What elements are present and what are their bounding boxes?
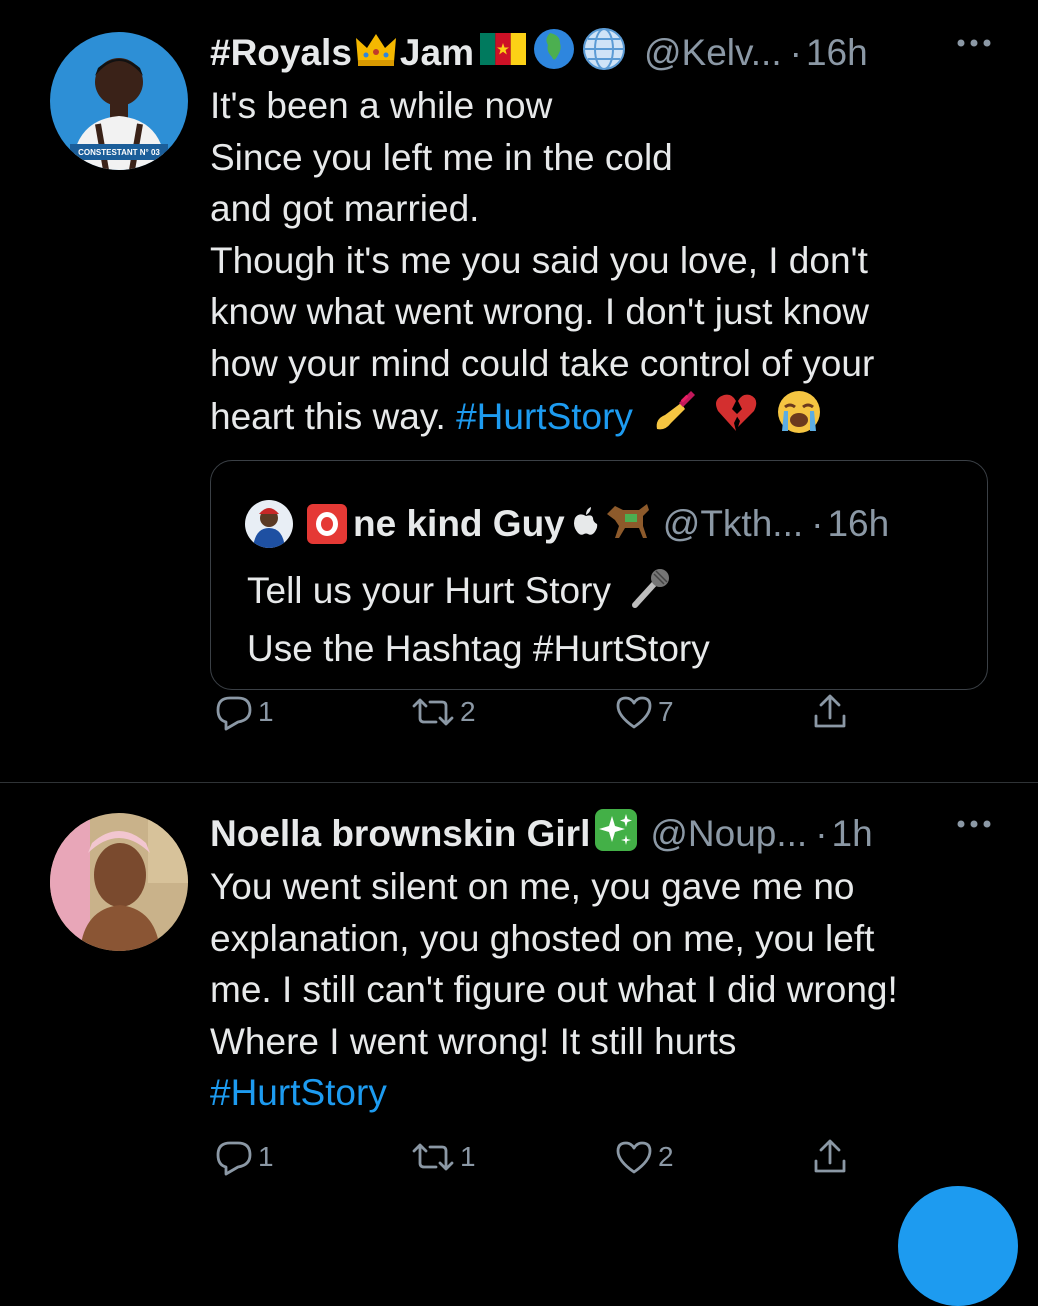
apple-icon (573, 503, 599, 545)
separator-dot: · (815, 813, 828, 854)
reply-button[interactable]: 1 (214, 1137, 274, 1177)
reply-button[interactable]: 1 (214, 692, 274, 732)
reply-icon (216, 696, 252, 731)
text-line: how your mind could take control of your (210, 342, 875, 384)
cameroon-flag-icon (479, 32, 526, 74)
tweet-actions: 1 1 2 (210, 1137, 910, 1177)
quoted-handle[interactable]: @Tkth... (663, 503, 803, 545)
display-name[interactable]: Noella brownskin Girl (210, 813, 590, 855)
text-fragment: heart this way. (210, 396, 446, 437)
text-line: You went silent on me, you gave me no (210, 866, 855, 907)
retweet-icon (412, 698, 454, 726)
text-line: know what went wrong. I don't just know (210, 291, 870, 332)
more-options-icon[interactable] (956, 819, 992, 829)
microphone-icon (629, 567, 671, 623)
sparkles-icon (594, 808, 638, 861)
handle[interactable]: @Noup... (650, 813, 807, 855)
share-button[interactable] (810, 1137, 850, 1177)
display-name[interactable]: #Royals (210, 32, 352, 74)
timestamp[interactable]: 16h (806, 32, 868, 74)
o-letter-shape (316, 512, 338, 536)
retweet-button[interactable]: 2 (410, 692, 476, 732)
horse-icon (603, 500, 651, 549)
like-count: 7 (658, 696, 674, 727)
quoted-timestamp[interactable]: 16h (827, 503, 889, 545)
timestamp[interactable]: 1h (832, 813, 873, 855)
quoted-tweet[interactable]: ne kind Guy @Tkth... · 16h Tell us your … (210, 460, 988, 690)
share-icon (814, 1139, 846, 1173)
display-name-suffix[interactable]: Jam (400, 32, 474, 74)
text-line: Since you left me in the cold (210, 136, 673, 178)
text-line: explanation, you ghosted on me, you left (210, 917, 875, 959)
avatar[interactable]: CONSTESTANT N° 03 (50, 32, 188, 170)
avatar-caption: CONSTESTANT N° 03 (78, 148, 160, 157)
quoted-tweet-text: Tell us your Hurt Story Use the Hashtag … (247, 565, 710, 675)
tweet-text: It's been a while now Since you left me … (210, 80, 998, 449)
like-button[interactable]: 2 (614, 1137, 674, 1177)
quoted-display-name[interactable]: ne kind Guy (353, 503, 565, 545)
separator-dot: · (811, 503, 824, 544)
text-line: me. I still can't figure out what I did … (210, 969, 898, 1010)
heart-icon (616, 696, 652, 729)
o-button-icon (307, 504, 347, 544)
quoted-avatar[interactable] (245, 500, 293, 548)
like-button[interactable]: 7 (614, 692, 674, 732)
tweet-header: Noella brownskin Girl @Noup... · 1h (210, 808, 998, 861)
share-icon (814, 694, 846, 728)
text-line: Though it's me you said you love, I don'… (210, 239, 868, 281)
text-line: and got married. (210, 188, 480, 229)
separator-dot: · (789, 32, 802, 73)
quoted-text-line: Tell us your Hurt Story (247, 565, 710, 623)
text-line: It's been a while now (210, 85, 553, 126)
tweet-text: You went silent on me, you gave me no ex… (210, 861, 998, 1119)
more-options-icon[interactable] (956, 38, 992, 48)
reply-count: 1 (258, 1141, 274, 1172)
hashtag-link[interactable]: #HurtStory (210, 1067, 998, 1119)
text-line: Where I went wrong! It still hurts (210, 1020, 737, 1062)
reply-icon (216, 1141, 252, 1176)
like-count: 2 (658, 1141, 674, 1172)
heart-icon (616, 1141, 652, 1174)
globe-meridians-icon (582, 27, 626, 80)
tweet-actions: 1 2 7 (210, 692, 910, 732)
crown-icon (354, 30, 398, 77)
quoted-line-1: Tell us your Hurt Story (247, 570, 611, 611)
retweet-icon (412, 1143, 454, 1171)
text-line-last: heart this way. #HurtStory (210, 389, 998, 449)
reply-count: 1 (258, 696, 274, 727)
avatar[interactable] (50, 813, 188, 951)
nail-polish-icon (651, 389, 697, 449)
broken-heart-icon (714, 391, 758, 449)
share-button[interactable] (810, 692, 850, 732)
tweet[interactable]: Noella brownskin Girl @Noup... · 1h You … (0, 783, 1038, 1200)
crying-face-icon (776, 389, 822, 449)
retweet-count: 1 (460, 1141, 476, 1172)
tweet[interactable]: CONSTESTANT N° 03 #Royals Jam @Kelv... ·… (0, 0, 1038, 783)
handle[interactable]: @Kelv... (644, 32, 782, 74)
retweet-button[interactable]: 1 (410, 1137, 476, 1177)
globe-africa-icon (532, 27, 576, 80)
tweet-header: #Royals Jam @Kelv... · 16h (210, 27, 998, 80)
quoted-line-2: Use the Hashtag #HurtStory (247, 628, 710, 669)
compose-tweet-button[interactable] (898, 1186, 1018, 1306)
hashtag-link[interactable]: #HurtStory (456, 396, 633, 437)
quoted-tweet-header: ne kind Guy @Tkth... · 16h (245, 499, 889, 549)
retweet-count: 2 (460, 696, 476, 727)
